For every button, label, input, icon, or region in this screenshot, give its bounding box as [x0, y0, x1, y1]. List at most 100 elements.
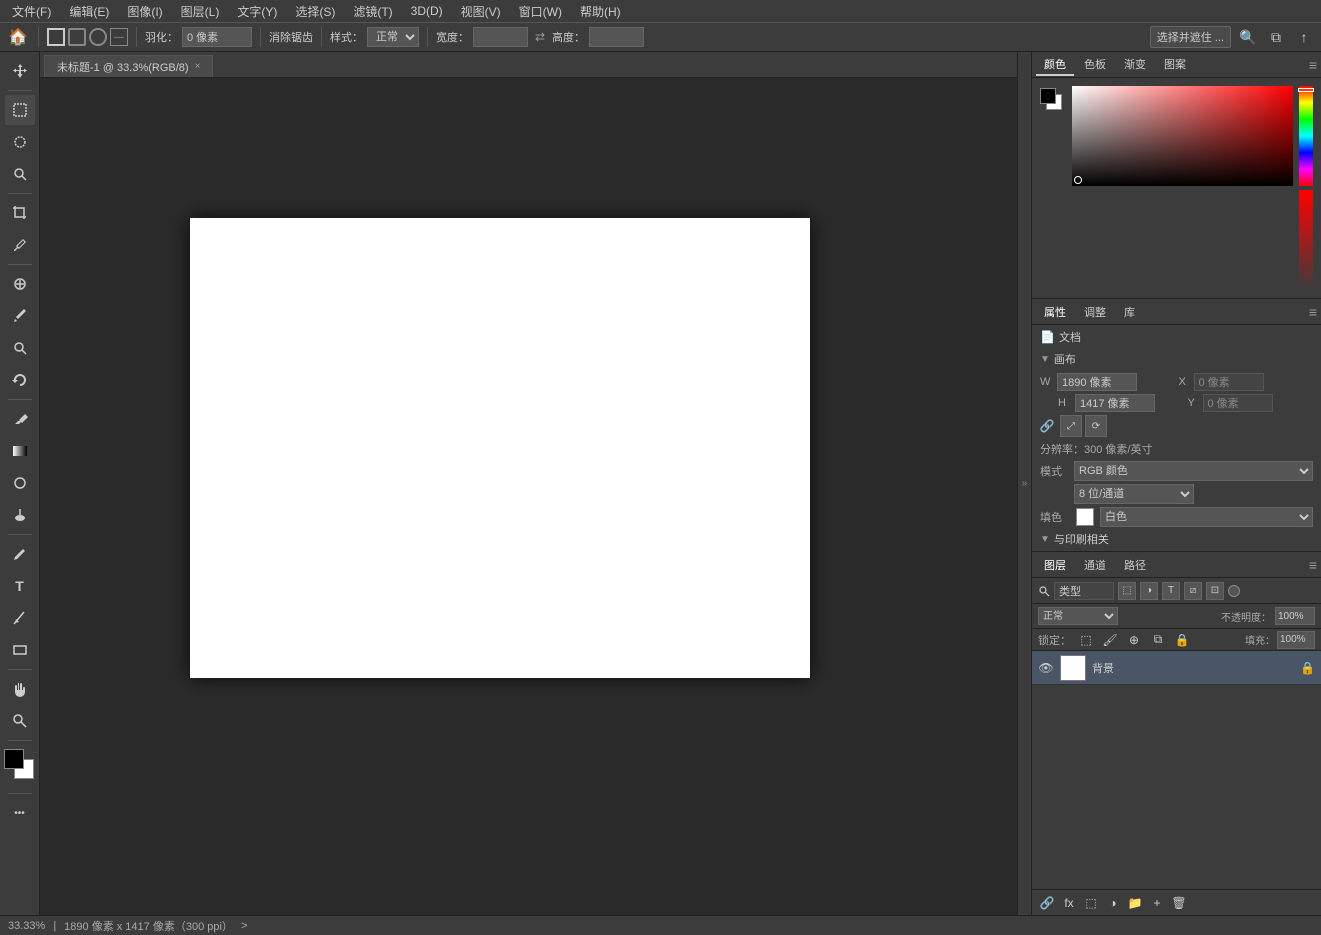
fill-input[interactable] — [1277, 631, 1315, 649]
feather-input[interactable] — [182, 27, 252, 47]
tab-adjustments[interactable]: 调整 — [1076, 302, 1114, 322]
layer-blend-mode[interactable]: 正常 — [1038, 607, 1118, 625]
tool-clone[interactable] — [5, 333, 35, 363]
tab-swatches[interactable]: 色板 — [1076, 54, 1114, 76]
layer-group-btn[interactable]: 📁 — [1126, 894, 1144, 912]
tool-eraser[interactable] — [5, 404, 35, 434]
tool-zoom[interactable] — [5, 706, 35, 736]
menu-window[interactable]: 窗口(W) — [511, 1, 570, 22]
tool-type[interactable]: T — [5, 571, 35, 601]
doc-header[interactable]: 📄 文档 — [1040, 329, 1313, 345]
tool-quick-select[interactable] — [5, 159, 35, 189]
tab-patterns[interactable]: 图案 — [1156, 54, 1194, 76]
canvas-rotate-btn[interactable]: ⟳ — [1085, 415, 1107, 437]
canvas-x-input[interactable] — [1194, 373, 1264, 391]
arrange-icon-btn[interactable]: ⧉ — [1265, 26, 1287, 48]
zoom-icon-btn[interactable]: 🔍 — [1237, 26, 1259, 48]
shape-rect-btn[interactable] — [47, 28, 65, 46]
tab-color[interactable]: 颜色 — [1036, 54, 1074, 76]
tool-shape[interactable] — [5, 635, 35, 665]
tab-channels[interactable]: 通道 — [1076, 555, 1114, 575]
canvas-height-input[interactable] — [1075, 394, 1155, 412]
tool-pen[interactable] — [5, 539, 35, 569]
panel-collapse-btn[interactable]: » — [1017, 52, 1031, 915]
shape-rounded-btn[interactable] — [68, 28, 86, 46]
menu-3d[interactable]: 3D(D) — [403, 2, 451, 20]
bitdepth-select[interactable]: 8 位/通道 — [1074, 484, 1194, 504]
lock-paint-btn[interactable]: 🖌 — [1101, 631, 1119, 649]
guide-section-header[interactable]: ▼ 与印刷相关 — [1040, 531, 1313, 547]
canvas-section-header[interactable]: ▼ 画布 — [1040, 351, 1313, 367]
tool-brush[interactable] — [5, 301, 35, 331]
menu-layer[interactable]: 图层(L) — [173, 1, 228, 22]
lock-position-btn[interactable]: ⊕ — [1125, 631, 1143, 649]
menu-help[interactable]: 帮助(H) — [572, 1, 629, 22]
properties-panel-menu[interactable]: ≡ — [1309, 304, 1317, 320]
height-input[interactable] — [589, 27, 644, 47]
tool-hand[interactable] — [5, 674, 35, 704]
tool-lasso[interactable] — [5, 127, 35, 157]
canvas-fit-btn[interactable]: ⤢ — [1060, 415, 1082, 437]
tool-blur[interactable] — [5, 468, 35, 498]
tab-layers[interactable]: 图层 — [1036, 555, 1074, 575]
lock-all-btn[interactable]: 🔒 — [1173, 631, 1191, 649]
document-tab[interactable]: 未标题-1 @ 33.3%(RGB/8) × — [44, 55, 213, 77]
width-input[interactable] — [473, 27, 528, 47]
menu-view[interactable]: 视图(V) — [453, 1, 509, 22]
layer-adjustment-btn[interactable]: ◑ — [1104, 894, 1122, 912]
menu-select[interactable]: 选择(S) — [287, 1, 343, 22]
foreground-color-swatch[interactable] — [4, 749, 24, 769]
tab-paths[interactable]: 路径 — [1116, 555, 1154, 575]
menu-file[interactable]: 文件(F) — [4, 1, 59, 22]
tab-properties[interactable]: 属性 — [1036, 302, 1074, 322]
layer-filter-type[interactable]: T — [1162, 582, 1180, 600]
layer-filter-toggle[interactable] — [1228, 585, 1240, 597]
layer-filter-shape[interactable]: ⧄ — [1184, 582, 1202, 600]
style-select[interactable]: 正常 — [367, 27, 419, 47]
layer-link-btn[interactable]: 🔗 — [1038, 894, 1056, 912]
tool-gradient[interactable] — [5, 436, 35, 466]
layer-filter-smart[interactable]: ⊡ — [1206, 582, 1224, 600]
link-dimensions-icon[interactable]: 🔗 — [1040, 419, 1054, 433]
tool-path-select[interactable] — [5, 603, 35, 633]
layer-filter-adjust[interactable]: ◑ — [1140, 582, 1158, 600]
tool-dodge[interactable] — [5, 500, 35, 530]
menu-edit[interactable]: 编辑(E) — [61, 1, 117, 22]
layer-filter-pixel[interactable]: ⬚ — [1118, 582, 1136, 600]
color-panel-menu[interactable]: ≡ — [1309, 57, 1317, 73]
tool-crop[interactable] — [5, 198, 35, 228]
tool-eyedropper[interactable] — [5, 230, 35, 260]
mode-select[interactable]: RGB 颜色 — [1074, 461, 1313, 481]
tool-move[interactable] — [5, 56, 35, 86]
tool-extra[interactable]: ••• — [5, 798, 35, 828]
canvas-y-input[interactable] — [1203, 394, 1273, 412]
color-hue-bar[interactable] — [1299, 86, 1313, 186]
layer-new-btn[interactable]: + — [1148, 894, 1166, 912]
lock-pixels-btn[interactable]: ⬚ — [1077, 631, 1095, 649]
layer-delete-btn[interactable]: 🗑 — [1170, 894, 1188, 912]
tool-history-brush[interactable] — [5, 365, 35, 395]
layers-search-input[interactable] — [1054, 582, 1114, 600]
tab-gradients[interactable]: 渐变 — [1116, 54, 1154, 76]
lock-artboard-btn[interactable]: ⧉ — [1149, 631, 1167, 649]
fill-color-swatch[interactable] — [1076, 508, 1094, 526]
menu-type[interactable]: 文字(Y) — [229, 1, 285, 22]
canvas-wrapper[interactable] — [40, 78, 1017, 915]
menu-image[interactable]: 图像(I) — [119, 1, 170, 22]
color-alpha-bar[interactable] — [1299, 190, 1313, 290]
layer-visibility-toggle[interactable]: 👁 — [1038, 660, 1054, 676]
shape-row-btn[interactable]: — — [110, 28, 128, 46]
tool-heal[interactable] — [5, 269, 35, 299]
tab-libraries[interactable]: 库 — [1116, 302, 1143, 322]
layer-fx-btn[interactable]: fx — [1060, 894, 1078, 912]
fg-swatch-small[interactable] — [1040, 88, 1056, 104]
menu-filter[interactable]: 滤镜(T) — [345, 1, 400, 22]
swap-width-height-icon[interactable]: ⇄ — [532, 29, 548, 45]
layer-background[interactable]: 👁 背景 🔒 — [1032, 651, 1321, 685]
color-gradient-picker[interactable] — [1072, 86, 1293, 186]
layer-mask-btn[interactable]: ⬚ — [1082, 894, 1100, 912]
document-tab-close[interactable]: × — [195, 61, 201, 72]
canvas-width-input[interactable] — [1057, 373, 1137, 391]
select-subject-button[interactable]: 选择并遮住 ... — [1150, 26, 1231, 48]
layers-panel-menu[interactable]: ≡ — [1309, 557, 1317, 573]
